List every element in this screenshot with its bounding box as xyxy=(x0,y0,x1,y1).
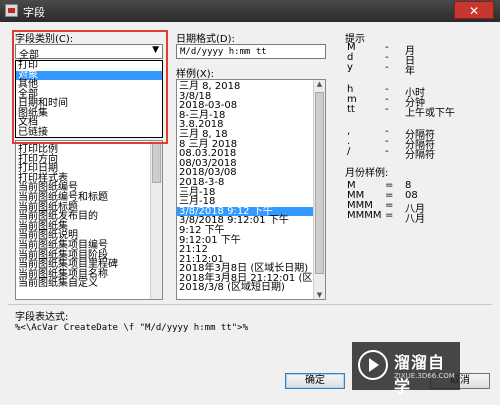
examples-scrollbar[interactable]: ▲ ▼ xyxy=(313,80,325,299)
field-names-scrollbar[interactable] xyxy=(150,141,162,299)
example-item[interactable]: 2018/3/8 (区域短日期) xyxy=(177,283,313,293)
expression-text[interactable]: %<\AcVar CreateDate \f "M/d/yyyy h:mm tt… xyxy=(15,323,248,333)
window-title: 字段 xyxy=(23,6,45,19)
scroll-thumb[interactable] xyxy=(152,143,161,183)
play-logo-icon xyxy=(358,350,388,380)
hint-code: MMMM xyxy=(347,210,382,221)
watermark-url: ZIXUE.3D66.COM xyxy=(394,372,455,380)
hint-code: tt xyxy=(347,104,355,115)
close-button[interactable]: ✕ xyxy=(454,1,494,19)
scroll-up-icon[interactable]: ▲ xyxy=(314,80,325,88)
examples-label: 样例(X): xyxy=(176,69,215,80)
hint-desc: 分隔符 xyxy=(405,150,435,161)
hint-dash: = xyxy=(385,210,394,221)
separator xyxy=(8,304,492,305)
hint-desc: 年 xyxy=(405,66,415,77)
hint-desc: 八月 xyxy=(405,214,425,225)
hint-dash: - xyxy=(385,104,389,115)
title-bar: 字段 ✕ xyxy=(0,0,500,22)
scroll-thumb[interactable] xyxy=(315,92,324,274)
hint-dash: - xyxy=(385,146,389,157)
field-category-dropdown[interactable]: 打印 对象 其他 全部 日期和时间 图纸集 文档 已链接 xyxy=(15,60,163,138)
date-format-label: 日期格式(D): xyxy=(176,34,235,45)
category-option[interactable]: 已链接 xyxy=(16,127,162,138)
dropdown-arrow-icon[interactable]: ▼ xyxy=(152,45,159,55)
hint-desc: 上午或下午 xyxy=(405,108,455,119)
field-category-combo[interactable]: 全部 ▼ xyxy=(15,44,163,61)
hint-dash: - xyxy=(385,62,389,73)
date-format-input[interactable]: M/d/yyyy h:mm tt xyxy=(176,44,326,59)
app-icon xyxy=(5,4,18,17)
expression-label: 字段表达式: xyxy=(15,312,69,323)
field-name-item[interactable]: 当前图纸集自定义 xyxy=(16,279,150,289)
scroll-down-icon[interactable]: ▼ xyxy=(314,291,325,299)
field-category-label: 字段类别(C): xyxy=(15,34,74,45)
watermark: 溜溜自学 ZIXUE.3D66.COM xyxy=(352,342,460,396)
hint-code: / xyxy=(347,146,351,157)
month-examples-label: 月份样例: xyxy=(345,168,389,179)
examples-list[interactable]: 三月 8, 2018 3/8/18 2018-03-08 8-三月-18 3.8.201… xyxy=(176,79,326,300)
field-names-list[interactable]: 打印比例 打印方向 打印日期 打印样式表 当前图纸编号 当前图纸编号和标题 当前图纸标题 当前… xyxy=(15,140,163,300)
hint-code: y xyxy=(347,62,353,73)
ok-button[interactable]: 确定 xyxy=(285,373,345,389)
field-category-value: 全部 xyxy=(19,50,39,61)
